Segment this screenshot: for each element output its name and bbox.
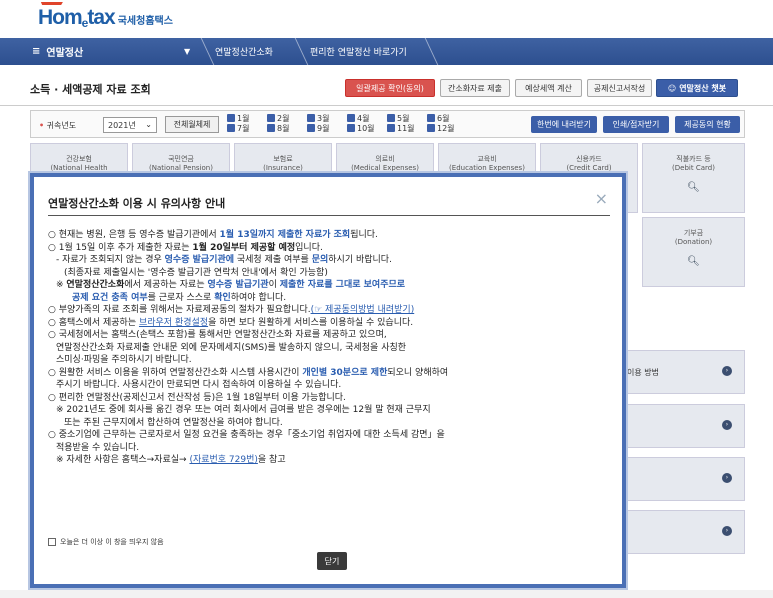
- month-checkbox[interactable]: 7월: [227, 124, 267, 134]
- chevron-down-icon: ⌄: [145, 120, 152, 129]
- month-checkbox[interactable]: 2월: [267, 114, 307, 124]
- arrow-right-icon: ›: [722, 473, 732, 483]
- breadcrumb-separator: [415, 38, 439, 65]
- arrow-right-icon: ›: [722, 526, 732, 536]
- page-footer-strip: [0, 590, 773, 598]
- download-all-button[interactable]: 한번에 내려받기: [531, 116, 597, 133]
- year-label: • 귀속년도: [39, 121, 77, 130]
- notice-modal: 연말정산간소화 이용 시 유의사항 안내 × ○ 현재는 병원, 은행 등 영수…: [30, 173, 626, 588]
- hamburger-icon: ≡: [32, 46, 41, 57]
- notice-line: 주시기 바랍니다. 사용시간이 만료되면 다시 접속하여 이용하실 수 있습니다…: [56, 380, 342, 390]
- menu-button[interactable]: ≡ 연말정산: [32, 38, 202, 65]
- page-header: 소득 · 세액공제 자료 조회 일괄제공 확인(동의) 간소화자료 제출 예상세…: [0, 66, 773, 106]
- year-select[interactable]: 2021년 ⌄: [103, 117, 157, 133]
- browser-settings-link[interactable]: 브라우저 환경설정: [139, 318, 208, 328]
- notice-line: 연말정산간소화 자료제출 안내문 외에 문자메세지(SMS)를 발송하지 않으니…: [56, 342, 407, 353]
- consent-method-download-link[interactable]: (☞ 제공동의방법 내려받기): [311, 305, 415, 315]
- month-checkboxes: 1월 2월 3월 4월 5월 6월 7월 8월 9월 10월 11월 12월: [227, 114, 497, 134]
- notice-line: ○ 홈택스에서 제공하는 브라우저 환경설정을 하면 보다 원활하게 서비스를 …: [48, 317, 414, 328]
- notice-line: - 자료가 조회되지 않는 경우 영수증 발급기관에 국세청 제출 여부를 문의…: [56, 255, 392, 265]
- notice-line: (최종자료 제출일시는 '영수증 발급기관 연락처 안내'에서 확인 가능함): [64, 267, 328, 278]
- side-link-box[interactable]: ›: [606, 510, 745, 554]
- notice-line: ○ 현재는 병원, 은행 등 영수증 발급기관에서 1월 13일까지 제출한 자…: [48, 230, 378, 240]
- search-icon: 🔍︎: [687, 182, 700, 193]
- breadcrumb-separator: [285, 38, 309, 65]
- dont-show-today-checkbox[interactable]: 오늘은 더 이상 이 창을 띄우지 않음: [48, 537, 164, 547]
- notice-line: 스미싱·파밍을 주의하시기 바랍니다.: [56, 355, 192, 365]
- notice-line: ※ 자세한 사항은 홈택스→자료실→ (자료번호 729번)을 참고: [56, 455, 286, 465]
- submit-data-button[interactable]: 간소화자료 제출: [440, 79, 510, 97]
- consent-status-button[interactable]: 제공동의 현황: [675, 116, 740, 133]
- modal-title: 연말정산간소화 이용 시 유의사항 안내: [48, 197, 226, 210]
- write-form-button[interactable]: 공제신고서작성: [587, 79, 652, 97]
- month-checkbox[interactable]: 3월: [307, 114, 347, 124]
- arrow-right-icon: ›: [722, 420, 732, 430]
- menu-label: 연말정산: [46, 48, 84, 59]
- notice-line: ※ 2021년도 중에 회사를 옮긴 경우 또는 여러 회사에서 급여를 받은 …: [56, 405, 431, 415]
- notice-line: ○ 부양가족의 자료 조회를 위해서는 자료제공동의 절차가 필요합니다.(☞ …: [48, 305, 415, 315]
- month-checkbox[interactable]: 10월: [347, 124, 387, 134]
- chatbot-button[interactable]: ☺ 연말정산 챗봇: [656, 79, 738, 97]
- month-checkbox[interactable]: 11월: [387, 124, 427, 134]
- logo-text: Hometax: [35, 2, 116, 30]
- reference-729-link[interactable]: (자료번호 729번): [189, 455, 257, 465]
- close-icon[interactable]: ×: [595, 189, 608, 208]
- logo-roof-icon: [35, 2, 63, 12]
- month-checkbox[interactable]: 8월: [267, 124, 307, 134]
- checkbox-box[interactable]: [48, 538, 56, 546]
- page-title: 소득 · 세액공제 자료 조회: [30, 83, 151, 96]
- chatbot-label: 연말정산 챗봇: [679, 83, 727, 93]
- month-checkbox[interactable]: 9월: [307, 124, 347, 134]
- month-checkbox[interactable]: 4월: [347, 114, 387, 124]
- arrow-right-icon: ›: [722, 366, 732, 376]
- logo-subtitle: 국세청홈택스: [117, 16, 173, 27]
- bulk-consent-button[interactable]: 일괄제공 확인(동의): [345, 79, 435, 97]
- side-link-box[interactable]: ›: [606, 457, 745, 501]
- search-icon: 🔍︎: [687, 256, 700, 267]
- filter-bar: • 귀속년도 2021년 ⌄ 전체월체제 1월 2월 3월 4월 5월 6월 7월 8월 9월…: [30, 110, 745, 138]
- tile-debit-card[interactable]: 직불카드 등 (Debit Card) 🔍︎: [642, 143, 745, 213]
- side-link-box[interactable]: ›: [606, 404, 745, 448]
- modal-body: ○ 현재는 병원, 은행 등 영수증 발급기관에서 1월 13일까지 제출한 자…: [48, 229, 610, 467]
- notice-line: ○ 원활한 서비스 이용을 위하여 연말정산간소화 시스템 사용시간이 개인별 …: [48, 367, 449, 378]
- breadcrumb-item[interactable]: 연말정산간소화: [215, 38, 273, 65]
- notice-line: ※ 연말정산간소화에서 제공하는 자료는 영수증 발급기관이 제출한 자료를 그…: [56, 280, 406, 290]
- notice-line: ○ 1월 15일 이후 추가 제출한 자료는 1월 20일부터 제공할 예정입니…: [48, 242, 323, 253]
- breadcrumb-item[interactable]: 편리한 연말정산 바로가기: [310, 38, 407, 65]
- month-checkbox[interactable]: 12월: [427, 124, 467, 134]
- notice-line: 또는 주된 근무지에서 합산하여 연말정산을 하여야 합니다.: [64, 417, 283, 428]
- notice-line: ○ 편리한 연말정산(공제신고서 전산작성 등)은 1월 18일부터 이용 가능…: [48, 392, 346, 403]
- month-checkbox[interactable]: 5월: [387, 114, 427, 124]
- all-months-button[interactable]: 전체월체제: [165, 116, 219, 133]
- usage-label: 이용 방법: [627, 368, 659, 377]
- usage-guide-box[interactable]: 이용 방법 ›: [606, 350, 745, 394]
- notice-line: ○ 국세청에서는 홈택스(손택스 포함)를 통해서만 연말정산간소화 자료를 제…: [48, 330, 387, 340]
- estimate-tax-button[interactable]: 예상세액 계산: [515, 79, 582, 97]
- notice-line: ○ 중소기업에 근무하는 근로자로서 일정 요건을 충족하는 경우「중소기업 취…: [48, 430, 445, 440]
- hometax-logo[interactable]: Hometax 국세청홈택스: [35, 2, 173, 30]
- notice-line: 공제 요건 충족 여부를 근로자 스스로 확인하여야 합니다.: [72, 292, 287, 303]
- chevron-down-icon[interactable]: ▼: [184, 47, 190, 56]
- top-header: Hometax 국세청홈택스: [0, 0, 773, 38]
- title-divider: [48, 215, 610, 216]
- print-button[interactable]: 인쇄/점자받기: [603, 116, 669, 133]
- checkbox-label: 오늘은 더 이상 이 창을 띄우지 않음: [60, 538, 164, 546]
- month-checkbox[interactable]: 1월: [227, 114, 267, 124]
- chatbot-icon: ☺: [667, 83, 677, 93]
- notice-line: 적용받을 수 있습니다.: [56, 442, 140, 453]
- close-button[interactable]: 닫기: [317, 552, 347, 570]
- tile-donation[interactable]: 기부금 (Donation) 🔍︎: [642, 217, 745, 287]
- month-checkbox[interactable]: 6월: [427, 114, 467, 124]
- main-nav: ≡ 연말정산 ▼ 연말정산간소화 편리한 연말정산 바로가기: [0, 38, 773, 65]
